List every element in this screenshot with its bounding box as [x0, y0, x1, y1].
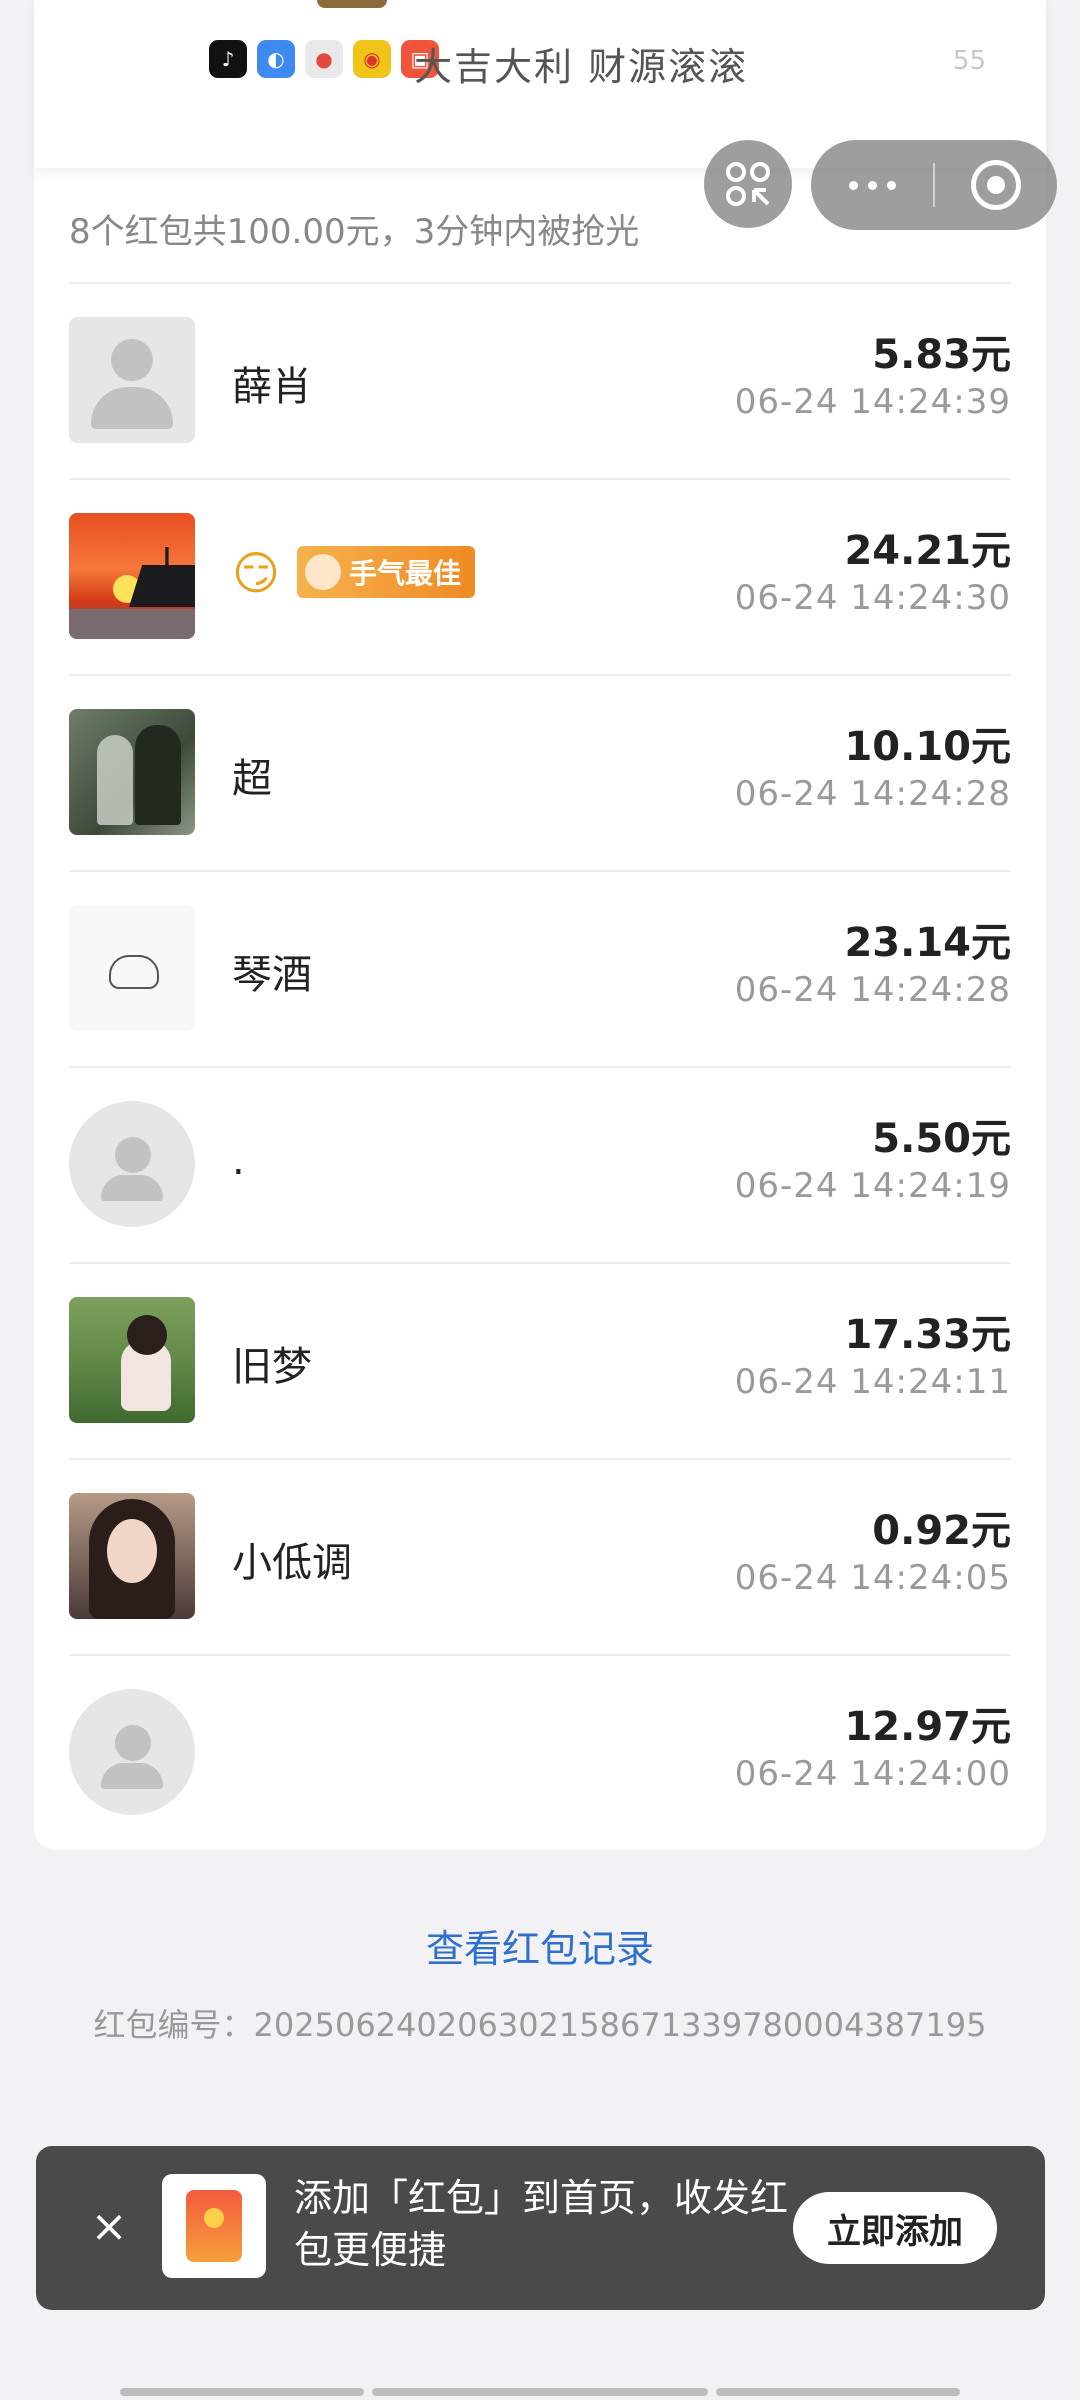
mini-program-capsule: [811, 140, 1057, 230]
avatar[interactable]: [69, 513, 195, 639]
weibo-icon: ◉: [353, 40, 391, 78]
received-time: 06-24 14:24:05: [734, 1558, 1011, 1598]
banner-message: 添加「红包」到首页，收发红包更便捷: [294, 2176, 789, 2272]
app-blue-icon: ◐: [257, 40, 295, 78]
received-time: 06-24 14:24:28: [734, 774, 1011, 814]
recipient-name: 😏: [232, 546, 280, 600]
avatar[interactable]: [69, 1493, 195, 1619]
avatar[interactable]: [69, 1101, 195, 1227]
list-item[interactable]: 小低调 0.92元 06-24 14:24:05: [69, 1460, 1011, 1656]
recipient-name: 琴酒: [232, 952, 312, 998]
best-luck-label: 手气最佳: [349, 557, 462, 590]
avatar[interactable]: [69, 709, 195, 835]
recipient-name: .: [232, 1138, 245, 1184]
recipient-list: 薛肖 5.83元 06-24 14:24:39 😏 手气最佳 24.21元 06…: [69, 284, 1011, 1852]
list-item[interactable]: 旧梦 17.33元 06-24 14:24:11: [69, 1264, 1011, 1460]
close-icon[interactable]: ×: [82, 2200, 136, 2254]
more-options-button[interactable]: [811, 140, 933, 230]
close-mini-program-button[interactable]: [935, 160, 1057, 210]
list-item[interactable]: 12.97元 06-24 14:24:00: [69, 1656, 1011, 1852]
best-luck-badge: 手气最佳: [297, 546, 476, 598]
blessing-count: 55: [952, 46, 986, 76]
avatar[interactable]: [69, 1297, 195, 1423]
received-time: 06-24 14:24:19: [734, 1166, 1011, 1206]
gesture-bar: [120, 2388, 364, 2396]
blessing-app-icons: ♪ ◐ ● ◉ ▣: [209, 40, 439, 78]
target-close-icon: [971, 160, 1021, 210]
more-dot-icon: [867, 180, 877, 190]
received-amount: 17.33元: [844, 1312, 1011, 1358]
received-amount: 0.92元: [872, 1508, 1011, 1554]
blessing-text: 大吉大利 财源滚滚: [414, 45, 749, 89]
received-time: 06-24 14:24:39: [734, 382, 1011, 422]
list-item[interactable]: 😏 手气最佳 24.21元 06-24 14:24:30: [69, 480, 1011, 676]
list-item[interactable]: 薛肖 5.83元 06-24 14:24:39: [69, 284, 1011, 480]
more-dot-icon: [886, 180, 896, 190]
red-packet-app-icon: [162, 2174, 266, 2278]
recipient-name: 旧梦: [232, 1344, 312, 1390]
recipient-name: 小低调: [232, 1540, 352, 1586]
view-records-link[interactable]: 查看红包记录: [0, 1918, 1080, 1973]
add-to-home-banner: × 添加「红包」到首页，收发红包更便捷 立即添加: [36, 2146, 1045, 2310]
recipient-name: 超: [232, 756, 272, 802]
map-pin-icon: ●: [305, 40, 343, 78]
avatar[interactable]: [69, 905, 195, 1031]
received-time: 06-24 14:24:28: [734, 970, 1011, 1010]
received-amount: 24.21元: [844, 528, 1011, 574]
recipient-name: 薛肖: [232, 364, 312, 410]
gesture-bar: [716, 2388, 960, 2396]
received-amount: 12.97元: [844, 1704, 1011, 1750]
add-now-button[interactable]: 立即添加: [793, 2192, 997, 2264]
received-amount: 23.14元: [844, 920, 1011, 966]
packet-summary: 8个红包共100.00元，3分钟内被抢光: [69, 212, 640, 252]
hand-icon: [305, 554, 341, 590]
list-item[interactable]: . 5.50元 06-24 14:24:19: [69, 1068, 1011, 1264]
more-dot-icon: [848, 180, 858, 190]
sender-avatar: [317, 0, 387, 8]
received-amount: 5.83元: [872, 332, 1011, 378]
received-time: 06-24 14:24:11: [734, 1362, 1011, 1402]
list-item[interactable]: 琴酒 23.14元 06-24 14:24:28: [69, 872, 1011, 1068]
received-amount: 5.50元: [872, 1116, 1011, 1162]
tiktok-icon: ♪: [209, 40, 247, 78]
received-time: 06-24 14:24:30: [734, 578, 1011, 618]
gesture-bar: [372, 2388, 708, 2396]
avatar[interactable]: [69, 317, 195, 443]
minimize-button[interactable]: [704, 140, 792, 228]
packet-serial-number: 红包编号：2025062402063021586713397800043871​…: [93, 2006, 987, 2044]
received-time: 06-24 14:24:00: [734, 1754, 1011, 1794]
minimize-icon: [726, 162, 770, 206]
avatar[interactable]: [69, 1689, 195, 1815]
list-item[interactable]: 超 10.10元 06-24 14:24:28: [69, 676, 1011, 872]
received-amount: 10.10元: [844, 724, 1011, 770]
